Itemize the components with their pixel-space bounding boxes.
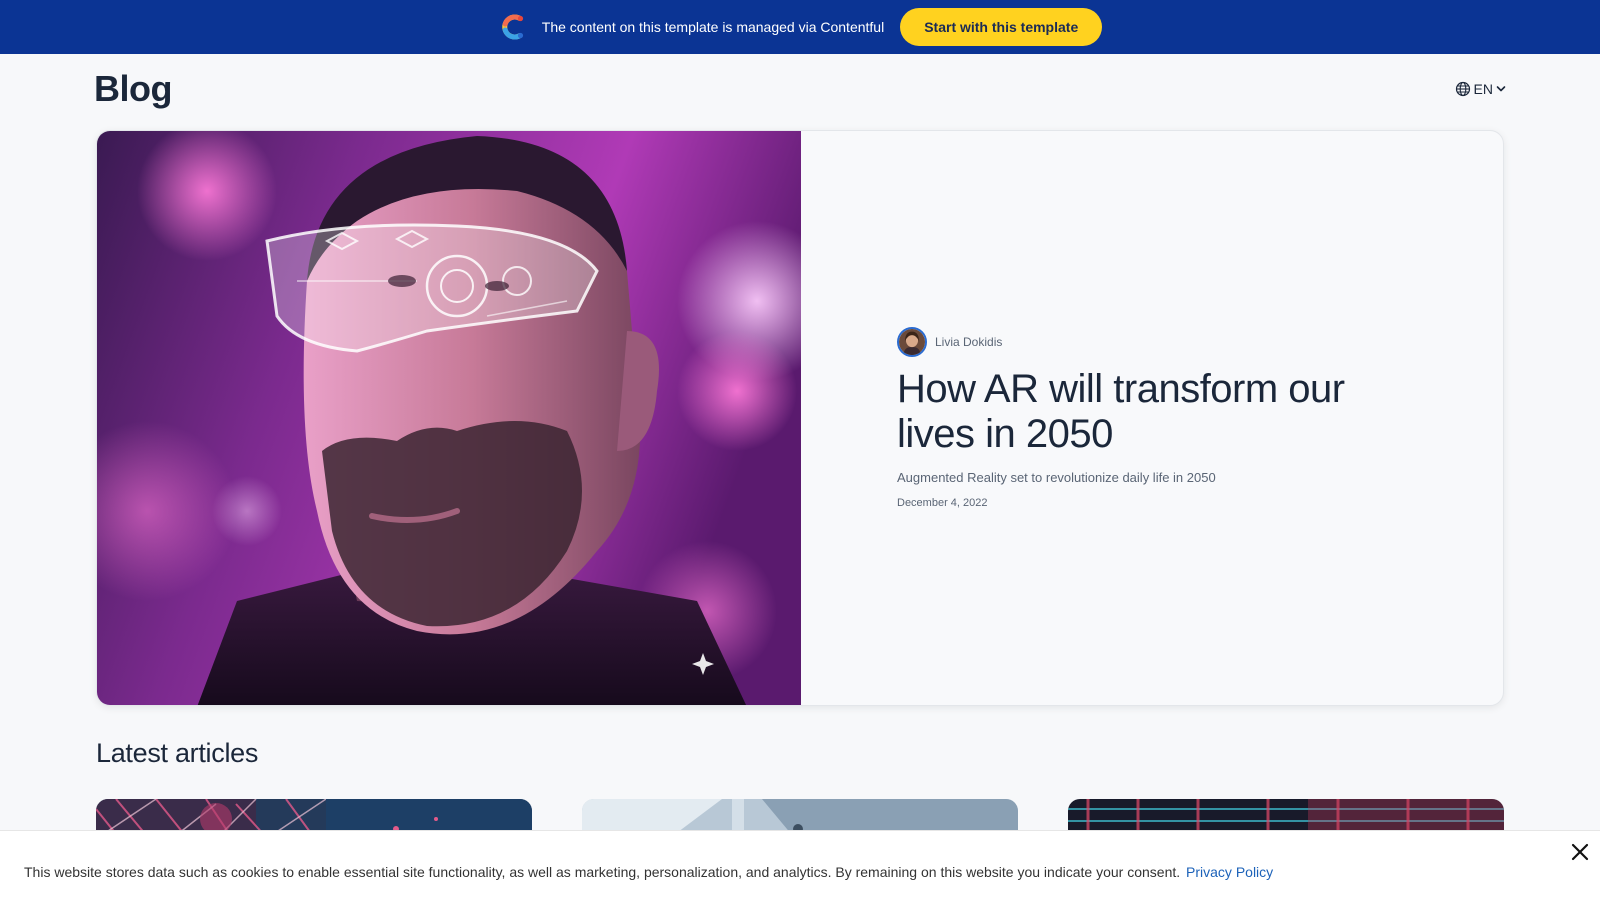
- featured-article-subtitle: Augmented Reality set to revolutionize d…: [897, 470, 1216, 485]
- contentful-logo-icon: [502, 14, 523, 40]
- announcement-content: The content on this template is managed …: [498, 8, 1103, 46]
- author-name: Livia Dokidis: [935, 335, 1003, 349]
- language-label: EN: [1473, 81, 1493, 97]
- cookie-banner: This website stores data such as cookies…: [0, 830, 1600, 900]
- announcement-text: The content on this template is managed …: [541, 19, 885, 35]
- start-template-button[interactable]: Start with this template: [900, 8, 1103, 46]
- avatar: [897, 327, 927, 357]
- close-icon[interactable]: [1568, 840, 1592, 864]
- featured-article-date: December 4, 2022: [897, 497, 988, 509]
- language-selector[interactable]: EN: [1455, 81, 1506, 97]
- featured-article-body: Livia Dokidis How AR will transform our …: [801, 131, 1503, 705]
- chevron-down-icon: [1496, 86, 1506, 92]
- cookie-text: This website stores data such as cookies…: [24, 864, 1273, 880]
- featured-article-card[interactable]: Livia Dokidis How AR will transform our …: [96, 130, 1504, 706]
- privacy-policy-link[interactable]: Privacy Policy: [1186, 864, 1273, 880]
- globe-icon: [1455, 81, 1470, 97]
- author: Livia Dokidis: [897, 327, 1503, 357]
- cookie-message: This website stores data such as cookies…: [24, 864, 1181, 880]
- page-header: Blog EN: [94, 66, 1506, 112]
- page-title: Blog: [94, 68, 172, 109]
- latest-articles-heading: Latest articles: [96, 738, 259, 768]
- announcement-bar: The content on this template is managed …: [0, 0, 1600, 54]
- featured-article-title[interactable]: How AR will transform our lives in 2050: [897, 367, 1377, 457]
- featured-article-image[interactable]: [97, 131, 801, 706]
